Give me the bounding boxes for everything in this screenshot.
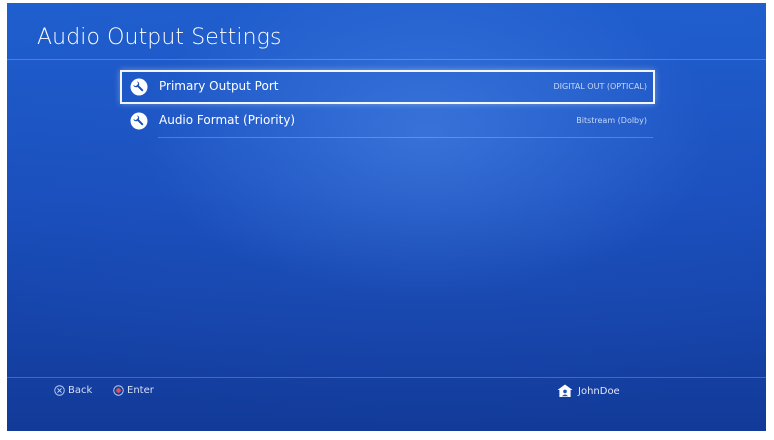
header-divider (7, 59, 766, 60)
back-label: Back (68, 385, 93, 396)
user-avatar-icon (557, 384, 573, 397)
wrench-icon (130, 112, 148, 130)
user-badge: JohnDoe (557, 384, 620, 398)
setting-label: Primary Output Port (159, 79, 279, 93)
setting-value: DIGITAL OUT (OPTICAL) (553, 82, 647, 91)
setting-row-audio-format[interactable]: Audio Format (Priority) Bitstream (Dolby… (120, 104, 655, 138)
username: JohnDoe (578, 385, 620, 397)
setting-value: Bitstream (Dolby) (576, 116, 647, 125)
enter-label: Enter (127, 385, 154, 396)
footer-bar: Back Enter JohnDoe (7, 379, 766, 405)
enter-hint[interactable]: Enter (113, 385, 154, 396)
back-hint[interactable]: Back (54, 385, 92, 396)
page-title: Audio Output Settings (37, 25, 282, 50)
wrench-icon (130, 78, 148, 96)
circle-button-icon (113, 385, 124, 396)
footer-divider (7, 377, 766, 378)
audio-output-settings-screen: Audio Output Settings Primary Output Por… (7, 3, 766, 431)
setting-row-primary-output-port[interactable]: Primary Output Port DIGITAL OUT (OPTICAL… (120, 70, 655, 104)
cross-button-icon (54, 385, 65, 396)
row-divider (158, 137, 653, 138)
settings-list: Primary Output Port DIGITAL OUT (OPTICAL… (120, 70, 655, 138)
setting-label: Audio Format (Priority) (159, 113, 296, 127)
